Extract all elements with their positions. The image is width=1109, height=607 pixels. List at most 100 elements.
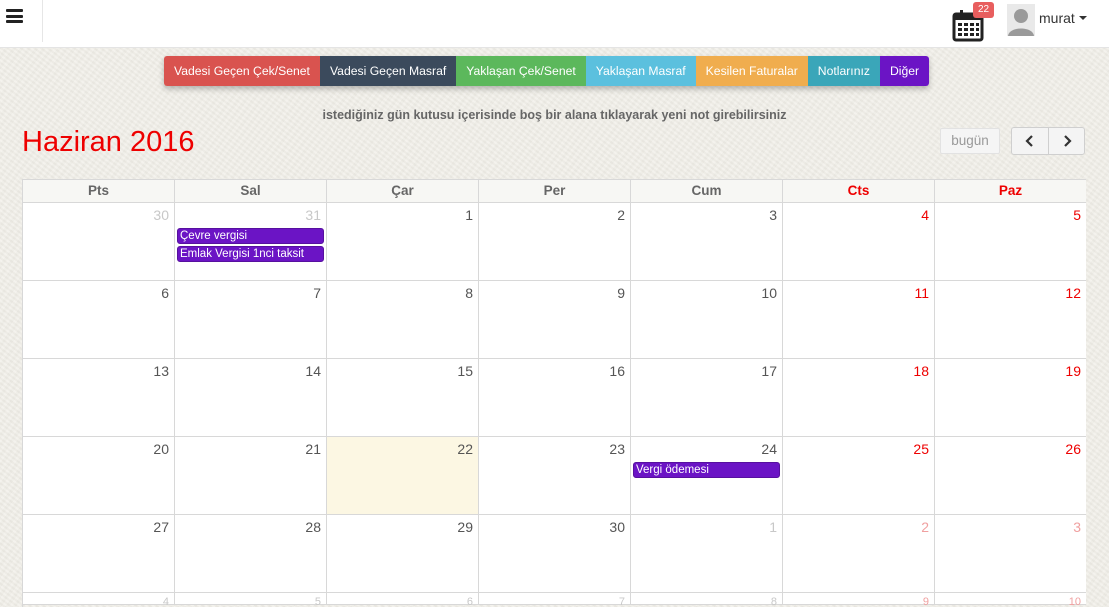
username-label: murat: [1039, 10, 1075, 26]
day-cell[interactable]: 3: [935, 515, 1086, 593]
day-cell[interactable]: 30: [479, 515, 631, 593]
day-cell-today[interactable]: 22: [327, 437, 479, 515]
next-month-button[interactable]: [1048, 127, 1085, 155]
weekday-header: Cum: [631, 180, 783, 203]
day-number: 5: [1073, 207, 1081, 223]
day-cell[interactable]: 12: [935, 281, 1086, 359]
day-number: 2: [617, 207, 625, 223]
day-number: 6: [466, 596, 473, 607]
weekday-header: Çar: [327, 180, 479, 203]
legend-button[interactable]: Diğer: [879, 56, 930, 86]
day-number: 22: [457, 441, 473, 457]
calendar-week-row: 27 28 29 30 1 2 3: [23, 515, 1086, 593]
legend-button[interactable]: Yaklaşan Masraf: [585, 56, 696, 86]
day-cell[interactable]: 4: [783, 203, 935, 281]
calendar-event[interactable]: Çevre vergisi: [177, 228, 324, 244]
day-cell[interactable]: 31 Çevre vergisi Emlak Vergisi 1nci taksit: [175, 203, 327, 281]
day-cell[interactable]: 7: [175, 281, 327, 359]
day-number: 4: [921, 207, 929, 223]
day-number: 10: [1068, 596, 1081, 607]
day-cell[interactable]: 24 Vergi ödemesi: [631, 437, 783, 515]
day-cell[interactable]: 2: [783, 515, 935, 593]
user-menu[interactable]: murat: [1039, 10, 1087, 26]
day-cell[interactable]: 6: [23, 281, 175, 359]
day-number: 24: [761, 441, 777, 457]
day-number: 14: [305, 363, 321, 379]
day-number: 12: [1065, 285, 1081, 301]
calendar-event[interactable]: Emlak Vergisi 1nci taksit: [177, 246, 324, 262]
day-number: 7: [618, 596, 625, 607]
weekday-header: Pts: [23, 180, 175, 203]
day-cell[interactable]: 8: [631, 593, 783, 607]
calendar-week-row: 4 5 6 7 8 9 10: [23, 593, 1086, 607]
day-cell[interactable]: 27: [23, 515, 175, 593]
day-cell[interactable]: 11: [783, 281, 935, 359]
day-cell[interactable]: 13: [23, 359, 175, 437]
day-cell[interactable]: 14: [175, 359, 327, 437]
day-cell[interactable]: 5: [935, 203, 1086, 281]
day-number: 23: [609, 441, 625, 457]
day-cell[interactable]: 26: [935, 437, 1086, 515]
day-cell[interactable]: 5: [175, 593, 327, 607]
day-cell[interactable]: 28: [175, 515, 327, 593]
day-cell[interactable]: 15: [327, 359, 479, 437]
day-number: 30: [609, 519, 625, 535]
calendar-event[interactable]: Vergi ödemesi: [633, 462, 780, 478]
day-number: 26: [1065, 441, 1081, 457]
calendar-week-row: 6 7 8 9 10 11 12: [23, 281, 1086, 359]
day-cell[interactable]: 4: [23, 593, 175, 607]
day-number: 2: [921, 519, 929, 535]
day-cell[interactable]: 9: [783, 593, 935, 607]
day-cell[interactable]: 2: [479, 203, 631, 281]
day-cell[interactable]: 1: [631, 515, 783, 593]
day-cell[interactable]: 18: [783, 359, 935, 437]
day-number: 1: [465, 207, 473, 223]
day-cell[interactable]: 30: [23, 203, 175, 281]
day-cell[interactable]: 25: [783, 437, 935, 515]
day-cell[interactable]: 6: [327, 593, 479, 607]
day-cell[interactable]: 10: [631, 281, 783, 359]
day-number: 20: [153, 441, 169, 457]
day-number: 27: [153, 519, 169, 535]
day-cell[interactable]: 7: [479, 593, 631, 607]
day-cell[interactable]: 29: [327, 515, 479, 593]
day-cell[interactable]: 10: [935, 593, 1086, 607]
legend-button[interactable]: Vadesi Geçen Masraf: [319, 56, 457, 86]
day-number: 11: [914, 285, 929, 301]
day-number: 19: [1065, 363, 1081, 379]
event-category-legend: Vadesi Geçen Çek/Senet Vadesi Geçen Masra…: [164, 56, 930, 86]
day-cell[interactable]: 8: [327, 281, 479, 359]
day-number: 31: [305, 207, 321, 223]
day-number: 6: [161, 285, 169, 301]
chevron-left-icon: [1025, 135, 1033, 147]
day-cell[interactable]: 17: [631, 359, 783, 437]
day-cell[interactable]: 16: [479, 359, 631, 437]
top-navbar: 22 murat: [0, 0, 1109, 48]
day-cell[interactable]: 19: [935, 359, 1086, 437]
caret-down-icon: [1078, 16, 1087, 20]
legend-button[interactable]: Notlarınız: [807, 56, 880, 86]
day-number: 29: [457, 519, 473, 535]
notification-badge: 22: [973, 2, 994, 18]
prev-month-button[interactable]: [1011, 127, 1048, 155]
day-number: 25: [913, 441, 929, 457]
menu-toggle-icon[interactable]: [6, 9, 23, 23]
weekday-header: Sal: [175, 180, 327, 203]
legend-button[interactable]: Yaklaşan Çek/Senet: [456, 56, 586, 86]
avatar[interactable]: [1007, 4, 1035, 36]
calendar-week-row: 13 14 15 16 17 18 19: [23, 359, 1086, 437]
day-cell[interactable]: 1: [327, 203, 479, 281]
weekday-header: Paz: [935, 180, 1086, 203]
legend-button[interactable]: Kesilen Faturalar: [695, 56, 808, 86]
day-cell[interactable]: 23: [479, 437, 631, 515]
today-button[interactable]: bugün: [940, 128, 1000, 154]
weekday-header: Cts: [783, 180, 935, 203]
month-navigation: [1011, 127, 1085, 155]
day-cell[interactable]: 21: [175, 437, 327, 515]
legend-button[interactable]: Vadesi Geçen Çek/Senet: [164, 56, 320, 86]
day-cell[interactable]: 9: [479, 281, 631, 359]
day-cell[interactable]: 20: [23, 437, 175, 515]
day-number: 9: [617, 285, 625, 301]
day-number: 4: [162, 596, 169, 607]
day-cell[interactable]: 3: [631, 203, 783, 281]
